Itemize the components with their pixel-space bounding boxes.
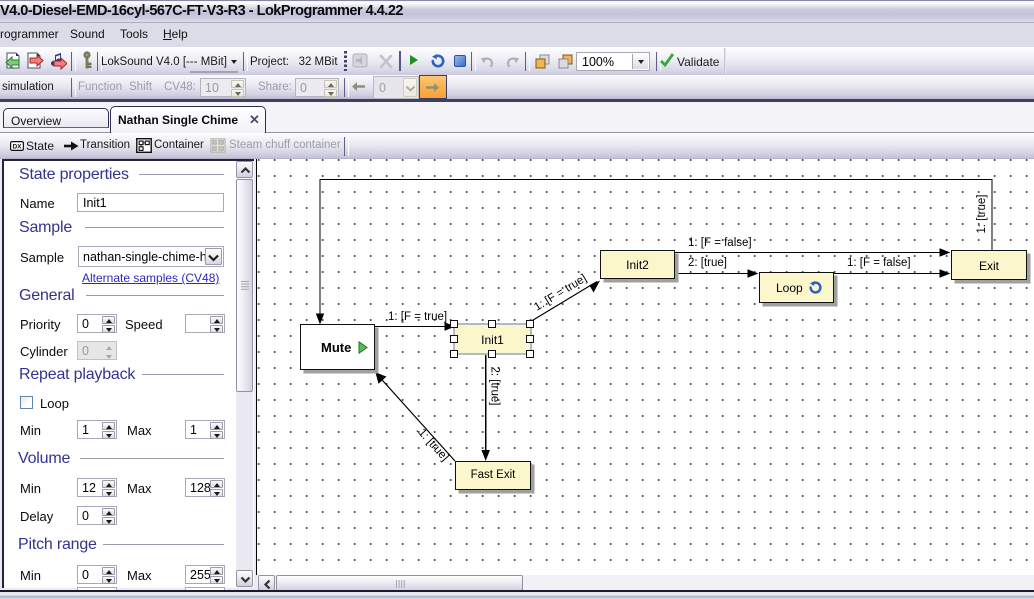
svg-text:DX: DX [12, 144, 22, 151]
